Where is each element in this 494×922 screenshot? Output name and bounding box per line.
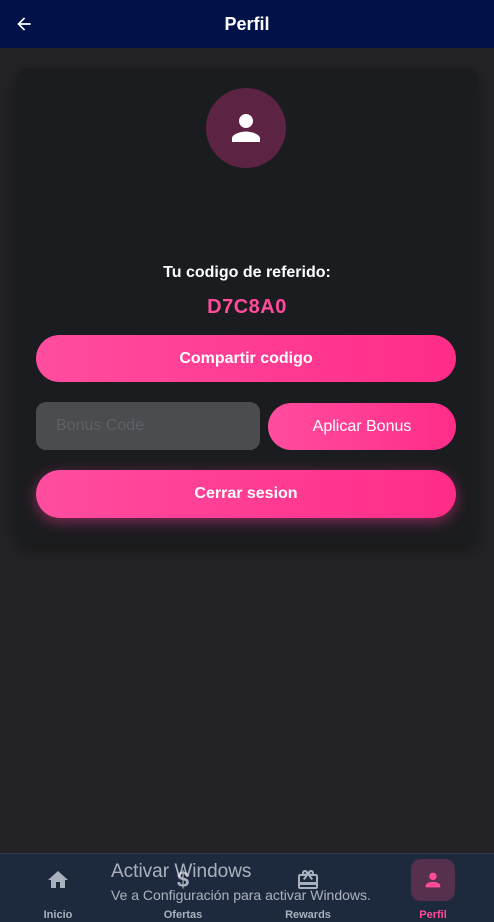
profile-card: Tu codigo de referido: D7C8A0 Compartir … bbox=[16, 68, 478, 544]
bonus-code-input[interactable] bbox=[36, 402, 260, 450]
dollar-icon: $ bbox=[176, 867, 190, 892]
back-button[interactable] bbox=[12, 12, 36, 36]
page-title: Perfil bbox=[224, 13, 270, 34]
nav-label-perfil: Perfil bbox=[419, 909, 447, 921]
nav-item-inicio[interactable]: Inicio bbox=[8, 854, 108, 922]
user-icon bbox=[232, 114, 260, 142]
nav-item-ofertas[interactable]: $ Ofertas bbox=[133, 854, 233, 922]
arrow-left-icon bbox=[17, 17, 31, 31]
nav-label-ofertas: Ofertas bbox=[163, 909, 203, 921]
bottom-nav: Inicio $ Ofertas Rewards Perfil bbox=[0, 853, 494, 922]
share-code-button[interactable]: Compartir codigo bbox=[36, 335, 456, 382]
nav-label-rewards: Rewards bbox=[285, 909, 331, 921]
app-header: Perfil bbox=[0, 0, 494, 48]
referral-code: D7C8A0 bbox=[207, 296, 287, 318]
nav-item-rewards[interactable]: Rewards bbox=[258, 854, 358, 922]
nav-label-inicio: Inicio bbox=[43, 909, 73, 921]
logout-button[interactable]: Cerrar sesion bbox=[36, 470, 456, 518]
user-icon bbox=[425, 872, 441, 888]
avatar bbox=[206, 88, 286, 168]
gift-icon bbox=[298, 870, 318, 889]
apply-bonus-button[interactable]: Aplicar Bonus bbox=[268, 403, 456, 450]
referral-label: Tu codigo de referido: bbox=[163, 264, 331, 281]
nav-item-perfil[interactable]: Perfil bbox=[383, 854, 483, 922]
home-icon bbox=[48, 871, 68, 888]
